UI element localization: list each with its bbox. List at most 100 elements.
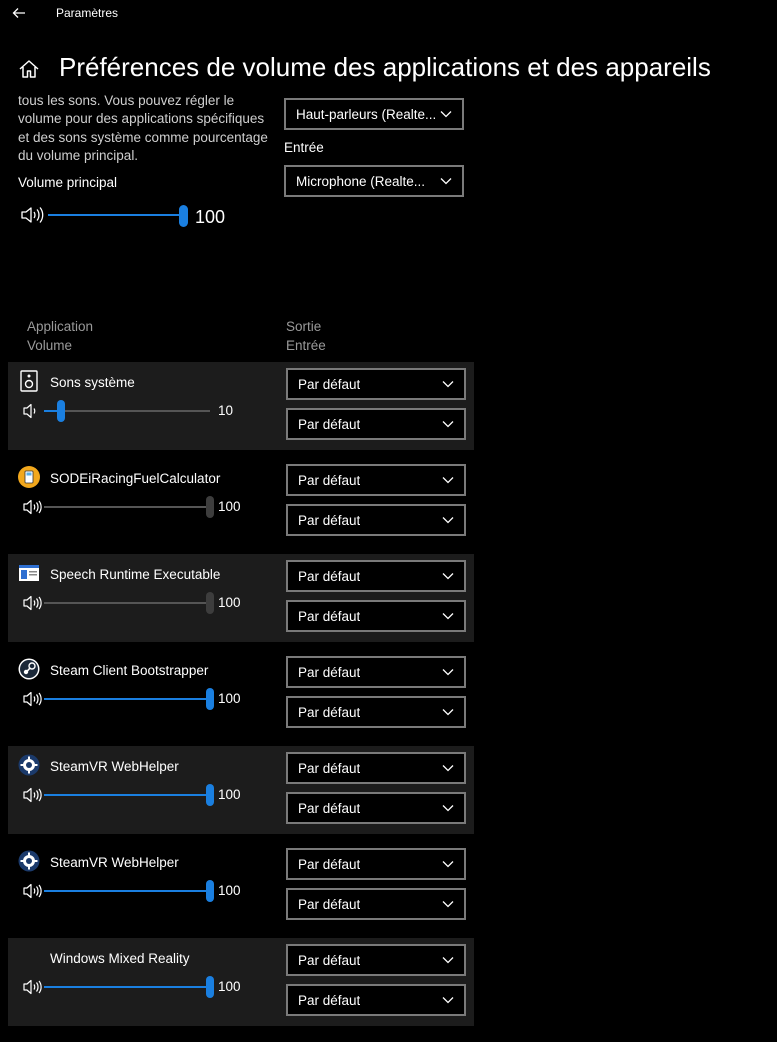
app-volume-value: 100 (218, 883, 241, 898)
input-device-label: Entrée (284, 140, 324, 155)
app-row: SteamVR WebHelper 100 Par défaut Par déf… (8, 842, 474, 930)
app-volume-slider[interactable] (44, 784, 214, 806)
app-speaker-icon[interactable] (22, 690, 42, 708)
app-name: SteamVR WebHelper (50, 855, 179, 870)
app-volume-fill (44, 890, 210, 892)
chevron-down-icon (442, 805, 454, 812)
chevron-down-icon (442, 901, 454, 908)
app-output-value: Par défaut (298, 568, 361, 584)
app-input-value: Par défaut (298, 704, 361, 720)
chevron-down-icon (442, 861, 454, 868)
app-output-dropdown[interactable]: Par défaut (286, 368, 466, 400)
master-volume-thumb[interactable] (179, 205, 188, 227)
app-input-dropdown[interactable]: Par défaut (286, 984, 466, 1016)
chevron-down-icon (442, 709, 454, 716)
app-volume-value: 100 (218, 499, 241, 514)
app-output-dropdown[interactable]: Par défaut (286, 656, 466, 688)
app-input-dropdown[interactable]: Par défaut (286, 600, 466, 632)
app-input-value: Par défaut (298, 896, 361, 912)
app-row: Windows Mixed Reality 100 Par défaut Par… (8, 938, 474, 1026)
app-input-value: Par défaut (298, 416, 361, 432)
header-volume: Volume (27, 338, 73, 353)
app-output-dropdown[interactable]: Par défaut (286, 464, 466, 496)
app-output-dropdown[interactable]: Par défaut (286, 944, 466, 976)
app-volume-value: 100 (218, 979, 241, 994)
app-volume-thumb[interactable] (206, 688, 214, 710)
app-output-value: Par défaut (298, 472, 361, 488)
input-device-value: Microphone (Realte... (296, 173, 426, 189)
app-row: SODEiRacingFuelCalculator 100 Par défaut… (8, 458, 474, 546)
app-volume-thumb[interactable] (206, 784, 214, 806)
app-volume-thumb[interactable] (206, 496, 214, 518)
home-icon[interactable] (18, 58, 40, 80)
steamvr-icon (18, 850, 40, 872)
chevron-down-icon (442, 573, 454, 580)
app-speaker-icon[interactable] (22, 978, 42, 996)
app-speaker-icon[interactable] (22, 882, 42, 900)
chevron-down-icon (442, 381, 454, 388)
app-output-value: Par défaut (298, 952, 361, 968)
app-volume-slider[interactable] (44, 688, 214, 710)
app-input-dropdown[interactable]: Par défaut (286, 888, 466, 920)
app-speaker-icon[interactable] (22, 594, 42, 612)
app-volume-slider[interactable] (44, 880, 214, 902)
app-speaker-icon[interactable] (22, 786, 42, 804)
chevron-down-icon (442, 669, 454, 676)
app-output-dropdown[interactable]: Par défaut (286, 848, 466, 880)
app-volume-thumb[interactable] (206, 592, 214, 614)
app-output-dropdown[interactable]: Par défaut (286, 752, 466, 784)
app-volume-thumb[interactable] (206, 880, 214, 902)
app-row: Steam Client Bootstrapper 100 Par défaut… (8, 650, 474, 738)
app-input-value: Par défaut (298, 608, 361, 624)
header-output: Sortie (286, 319, 322, 334)
app-row: Sons système 10 Par défaut Par défaut (8, 362, 474, 450)
window-app-icon (18, 562, 40, 584)
chevron-down-icon (442, 765, 454, 772)
master-volume-track[interactable] (48, 214, 184, 216)
app-name: Windows Mixed Reality (50, 951, 190, 966)
master-volume-value: 100 (195, 207, 226, 227)
app-name: SteamVR WebHelper (50, 759, 179, 774)
app-volume-thumb[interactable] (206, 976, 214, 998)
app-row: Speech Runtime Executable 100 Par défaut… (8, 554, 474, 642)
app-volume-slider[interactable] (44, 496, 214, 518)
app-volume-value: 100 (218, 595, 241, 610)
window-title: Paramètres (56, 6, 119, 20)
app-output-value: Par défaut (298, 856, 361, 872)
app-name: Steam Client Bootstrapper (50, 663, 209, 678)
app-name: Speech Runtime Executable (50, 567, 221, 582)
app-speaker-icon[interactable] (22, 402, 42, 420)
app-output-value: Par défaut (298, 664, 361, 680)
app-input-dropdown[interactable]: Par défaut (286, 696, 466, 728)
output-device-value: Haut-parleurs (Realte... (296, 106, 437, 122)
speaker-icon[interactable] (20, 205, 44, 225)
header-application: Application (27, 319, 94, 334)
back-arrow-icon[interactable] (10, 4, 28, 22)
app-volume-value: 100 (218, 691, 241, 706)
app-input-value: Par défaut (298, 512, 361, 528)
app-input-value: Par défaut (298, 800, 361, 816)
app-volume-thumb[interactable] (56, 400, 65, 422)
fuel-calculator-icon (18, 466, 40, 488)
column-header-application: Application Volume (27, 317, 93, 355)
chevron-down-icon (442, 477, 454, 484)
master-volume-label: Volume principal (18, 175, 118, 190)
app-input-dropdown[interactable]: Par défaut (286, 792, 466, 824)
page-title: Préférences de volume des applications e… (59, 52, 711, 82)
app-volume-slider[interactable] (44, 400, 210, 422)
app-volume-slider[interactable] (44, 592, 214, 614)
app-speaker-icon[interactable] (22, 498, 42, 516)
app-volume-fill (44, 794, 210, 796)
app-row: SteamVR WebHelper 100 Par défaut Par déf… (8, 746, 474, 834)
app-input-dropdown[interactable]: Par défaut (286, 408, 466, 440)
input-device-dropdown[interactable]: Microphone (Realte... (284, 165, 464, 197)
app-volume-fill (44, 986, 210, 988)
app-input-dropdown[interactable]: Par défaut (286, 504, 466, 536)
app-output-dropdown[interactable]: Par défaut (286, 560, 466, 592)
app-name: Sons système (50, 375, 135, 390)
app-volume-fill (44, 698, 210, 700)
header-input: Entrée (286, 338, 326, 353)
app-volume-slider[interactable] (44, 976, 214, 998)
output-device-dropdown[interactable]: Haut-parleurs (Realte... (284, 98, 464, 130)
speaker-device-icon (18, 370, 40, 392)
